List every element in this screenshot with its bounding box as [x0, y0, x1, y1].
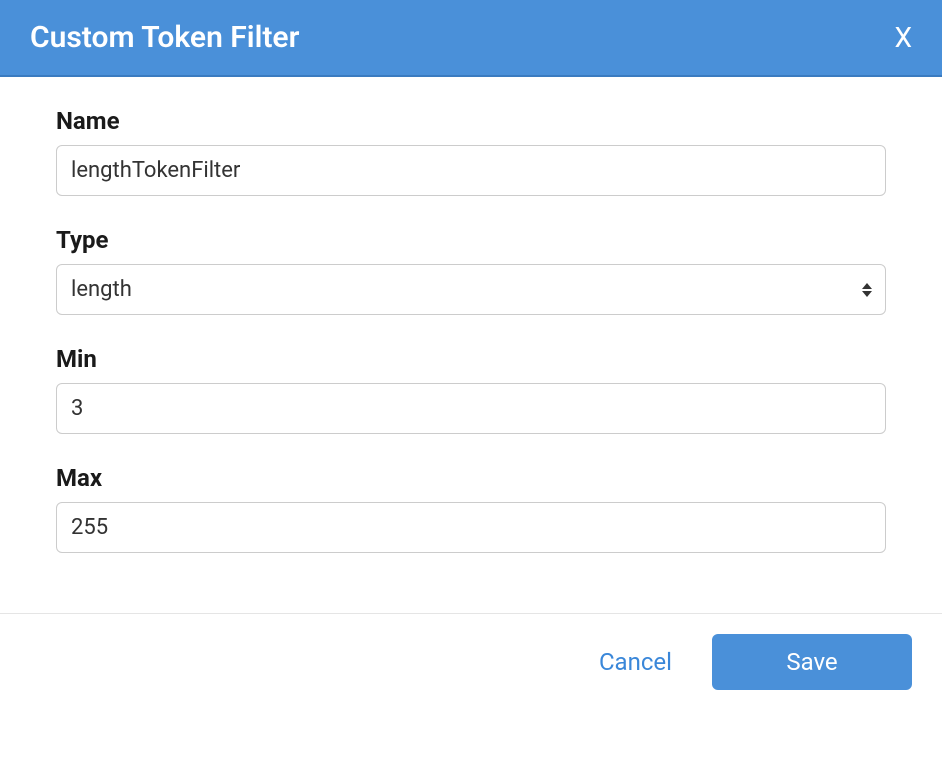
- max-input[interactable]: [56, 502, 886, 553]
- type-field-group: Type length: [56, 226, 886, 315]
- modal-header: Custom Token Filter X: [0, 0, 942, 77]
- max-field-group: Max: [56, 464, 886, 553]
- save-button[interactable]: Save: [712, 634, 912, 690]
- type-label: Type: [56, 226, 886, 254]
- close-icon[interactable]: X: [894, 24, 912, 52]
- cancel-button[interactable]: Cancel: [589, 636, 682, 688]
- name-field-group: Name: [56, 107, 886, 196]
- modal-body: Name Type length Min Max: [0, 77, 942, 613]
- type-select-wrapper: length: [56, 264, 886, 315]
- min-field-group: Min: [56, 345, 886, 434]
- modal-title: Custom Token Filter: [30, 20, 299, 55]
- modal-footer: Cancel Save: [0, 613, 942, 706]
- min-input[interactable]: [56, 383, 886, 434]
- type-select[interactable]: length: [56, 264, 886, 315]
- custom-token-filter-modal: Custom Token Filter X Name Type length M…: [0, 0, 942, 706]
- name-input[interactable]: [56, 145, 886, 196]
- max-label: Max: [56, 464, 886, 492]
- name-label: Name: [56, 107, 886, 135]
- min-label: Min: [56, 345, 886, 373]
